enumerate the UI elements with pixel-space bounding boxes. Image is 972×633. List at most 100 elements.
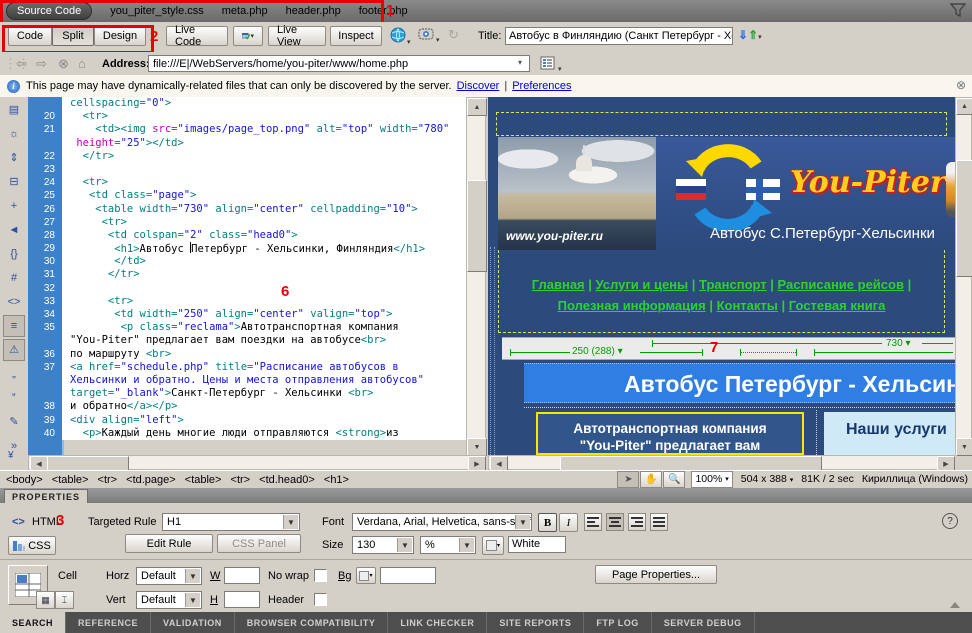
- results-tab-browser-compatibility[interactable]: BROWSER COMPATIBILITY: [235, 612, 389, 633]
- collapse-selection-icon[interactable]: ⊟: [3, 171, 25, 193]
- design-view[interactable]: You-Piter Автобус С.Петербург-Хельсинки …: [488, 97, 955, 455]
- check-browser-compatibility-icon[interactable]: ▾: [233, 26, 263, 46]
- font-dropdown[interactable]: Verdana, Arial, Helvetica, sans-serif▼: [352, 513, 532, 531]
- file-management-icon[interactable]: ⇓⇑▾: [738, 27, 762, 46]
- syntax-error-alerts-icon[interactable]: ⚠: [3, 339, 25, 361]
- forward-icon[interactable]: ⇨: [36, 56, 47, 72]
- refresh-design-view-icon[interactable]: ↻: [448, 27, 459, 43]
- horz-dropdown[interactable]: Default▼: [136, 567, 202, 585]
- related-file-tab[interactable]: header.php: [286, 5, 341, 17]
- zoom-tool-icon[interactable]: 🔍: [663, 471, 685, 488]
- targeted-rule-dropdown[interactable]: H1▼: [162, 513, 300, 531]
- stop-icon[interactable]: ⊗: [58, 56, 69, 72]
- menu-link[interactable]: Полезная информация: [558, 298, 706, 313]
- code-scroll-down-icon[interactable]: ▼: [467, 438, 487, 456]
- expand-all-icon[interactable]: +: [3, 195, 25, 217]
- design-vscroll-thumb[interactable]: [956, 160, 972, 277]
- visual-aids-icon[interactable]: ▾: [418, 27, 440, 49]
- tag-selector-item[interactable]: <td.head0>: [259, 474, 318, 486]
- results-tab-site-reports[interactable]: SITE REPORTS: [487, 612, 584, 633]
- css-mode-button[interactable]: CSS: [8, 536, 56, 555]
- home-icon[interactable]: ⌂: [78, 56, 86, 71]
- remove-comment-icon[interactable]: ‟: [3, 387, 25, 409]
- menu-link[interactable]: Транспорт: [699, 277, 767, 292]
- bg-color-input[interactable]: [380, 567, 436, 584]
- code-editor[interactable]: cellspacing="0">20 <tr>21 <td><img src="…: [28, 97, 466, 455]
- merge-cells-icon[interactable]: ▦: [36, 591, 55, 609]
- results-tab-link-checker[interactable]: LINK CHECKER: [388, 612, 487, 633]
- align-right-icon[interactable]: [628, 513, 646, 531]
- column-width-label[interactable]: 250 (288) ▾: [570, 346, 625, 357]
- magnification-dropdown[interactable]: 100% ▾: [691, 471, 732, 488]
- results-tab-ftp-log[interactable]: FTP LOG: [584, 612, 651, 633]
- design-scroll-up-icon[interactable]: ▲: [956, 98, 972, 115]
- results-tab-search[interactable]: SEARCH: [0, 612, 66, 633]
- window-size-dropdown[interactable]: 504 x 388 ▾: [741, 473, 794, 485]
- live-view-button[interactable]: Live View: [268, 26, 326, 46]
- code-navigator-icon[interactable]: ☼: [3, 123, 25, 145]
- apply-comment-icon[interactable]: „: [3, 363, 25, 385]
- css-panel-button[interactable]: CSS Panel: [217, 534, 301, 553]
- related-file-tab[interactable]: meta.php: [222, 5, 268, 17]
- cell-width-input[interactable]: [224, 567, 260, 584]
- open-documents-icon[interactable]: ▤: [3, 99, 25, 121]
- color-value-input[interactable]: White: [508, 536, 566, 553]
- select-parent-tag-icon[interactable]: ◄: [3, 219, 25, 241]
- preferences-link[interactable]: Preferences: [512, 80, 571, 92]
- more-icon[interactable]: »: [3, 435, 25, 457]
- highlight-invalid-code-icon[interactable]: <>: [3, 291, 25, 313]
- tag-selector-item[interactable]: <table>: [185, 474, 225, 486]
- code-vscroll-thumb[interactable]: [467, 180, 487, 272]
- balance-braces-icon[interactable]: {}: [3, 243, 25, 265]
- hand-tool-icon[interactable]: ✋: [640, 471, 662, 488]
- table-width-bar[interactable]: 730 ▾ 250 (288) ▾: [502, 337, 955, 360]
- related-file-tab[interactable]: you_piter_style.css: [110, 5, 204, 17]
- align-justify-icon[interactable]: [650, 513, 668, 531]
- results-tab-validation[interactable]: VALIDATION: [151, 612, 235, 633]
- discover-link[interactable]: Discover: [457, 80, 500, 92]
- vert-dropdown[interactable]: Default▼: [136, 591, 202, 609]
- edit-rule-button[interactable]: Edit Rule: [125, 534, 213, 553]
- header-checkbox[interactable]: [314, 593, 327, 606]
- tag-selector-item[interactable]: <h1>: [324, 474, 352, 486]
- close-info-bar-icon[interactable]: ⊗: [956, 78, 966, 92]
- document-title-input[interactable]: Автобус в Финляндию (Санкт Петербург - Х…: [505, 27, 733, 45]
- cell-height-input[interactable]: [224, 591, 260, 608]
- results-tab-reference[interactable]: REFERENCE: [66, 612, 151, 633]
- code-hscroll-thumb[interactable]: [47, 456, 129, 471]
- edit-snippet-icon[interactable]: ✎: [3, 411, 25, 433]
- tag-selector-item[interactable]: <td.page>: [126, 474, 179, 486]
- preview-in-browser-icon[interactable]: ▾: [390, 27, 411, 51]
- design-hscroll-thumb[interactable]: [560, 456, 822, 471]
- code-scroll-left-icon[interactable]: ◀: [30, 456, 48, 471]
- menu-link[interactable]: Расписание рейсов: [778, 277, 904, 292]
- design-view-button[interactable]: Design: [94, 26, 146, 46]
- line-numbers-icon[interactable]: #: [3, 267, 25, 289]
- split-view-button[interactable]: Split: [52, 26, 94, 46]
- menu-link[interactable]: Гостевая книга: [789, 298, 886, 313]
- filter-related-files-icon[interactable]: [950, 3, 966, 18]
- code-scroll-right-icon[interactable]: ▶: [468, 456, 486, 471]
- tab-source-code[interactable]: Source Code: [6, 2, 92, 20]
- live-code-button[interactable]: Live Code: [166, 26, 228, 46]
- collapse-full-tag-icon[interactable]: ⇕: [3, 147, 25, 169]
- tag-selector-item[interactable]: <body>: [6, 474, 46, 486]
- code-view-button[interactable]: Code: [8, 26, 52, 46]
- properties-tab[interactable]: PROPERTIES: [4, 489, 88, 503]
- bold-button[interactable]: B: [538, 513, 557, 532]
- related-file-tab[interactable]: footer.php: [359, 5, 408, 17]
- design-scroll-down-icon[interactable]: ▼: [956, 438, 972, 456]
- live-view-options-icon[interactable]: ▾: [540, 56, 562, 74]
- help-icon[interactable]: ?: [942, 513, 958, 529]
- code-vertical-scrollbar[interactable]: [466, 97, 486, 455]
- table-width-label[interactable]: 730 ▾: [884, 338, 913, 349]
- code-scroll-up-icon[interactable]: ▲: [467, 98, 487, 116]
- italic-button[interactable]: I: [559, 513, 578, 532]
- tag-selector-item[interactable]: <tr>: [98, 474, 121, 486]
- menu-link[interactable]: Главная: [532, 277, 585, 292]
- align-center-icon[interactable]: [606, 513, 624, 531]
- inspect-button[interactable]: Inspect: [330, 26, 382, 46]
- bg-color-swatch[interactable]: ▾: [356, 567, 376, 584]
- tag-selector-item[interactable]: <table>: [52, 474, 92, 486]
- menu-link[interactable]: Услуги и цены: [596, 277, 689, 292]
